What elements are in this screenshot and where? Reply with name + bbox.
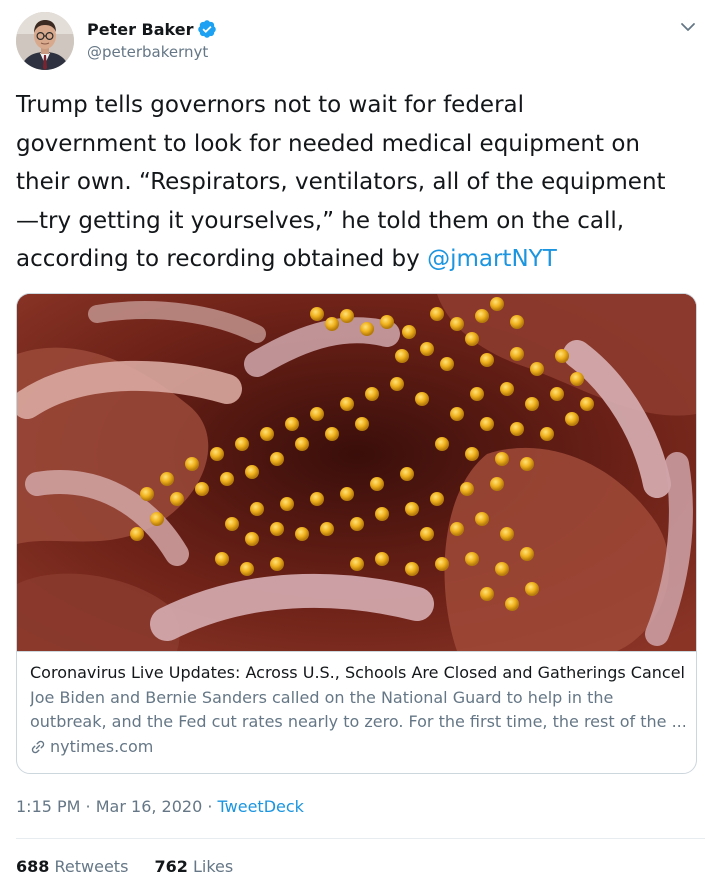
- verified-badge-icon: [197, 19, 217, 39]
- meta-separator: ·: [80, 797, 96, 816]
- tweet-text-line-5: according to recording obtained by: [16, 246, 428, 272]
- card-description-line-1: Joe Biden and Bernie Sanders called on t…: [30, 688, 614, 707]
- author-handle[interactable]: @peterbakernyt: [87, 43, 217, 61]
- tweet-text-line-3: their own. “Respirators, ventilators, al…: [16, 169, 666, 195]
- card-domain-text: nytimes.com: [50, 737, 154, 756]
- mention-link[interactable]: @jmartNYT: [427, 246, 557, 272]
- likes-stat[interactable]: 762 Likes: [155, 857, 234, 876]
- likes-label: Likes: [193, 857, 234, 876]
- likes-count: 762: [154, 857, 188, 876]
- author-display-name[interactable]: Peter Baker: [87, 20, 193, 39]
- tweet-time[interactable]: 1:15 PM: [16, 797, 80, 816]
- tweet-text-line-2: government to look for needed medical eq…: [16, 130, 640, 157]
- avatar[interactable]: [16, 12, 74, 70]
- divider: [16, 838, 705, 839]
- link-icon: [31, 740, 45, 754]
- tweet-header: Peter Baker @peterbakernyt: [16, 12, 705, 72]
- tweet-text-line-1: Trump tells governors not to wait for fe…: [16, 92, 525, 118]
- tweet-stats: 688 Retweets 762 Likes: [16, 857, 233, 876]
- card-title[interactable]: Coronavirus Live Updates: Across U.S., S…: [30, 661, 685, 685]
- tweet-date[interactable]: Mar 16, 2020: [96, 797, 203, 816]
- card-description: Joe Biden and Bernie Sanders called on t…: [30, 686, 685, 734]
- author-block[interactable]: Peter Baker @peterbakernyt: [87, 18, 217, 61]
- retweets-label: Retweets: [54, 857, 129, 876]
- retweets-count: 688: [16, 857, 50, 876]
- tweet-timestamp: 1:15 PM · Mar 16, 2020 · TweetDeck: [16, 797, 304, 816]
- card-description-line-2: outbreak, and the Fed cut rates nearly t…: [30, 712, 685, 731]
- card-image[interactable]: [17, 294, 696, 652]
- card-domain: nytimes.com: [30, 735, 685, 759]
- tweet-source-link[interactable]: TweetDeck: [218, 797, 304, 816]
- retweets-stat[interactable]: 688 Retweets: [16, 857, 134, 876]
- card-body[interactable]: Coronavirus Live Updates: Across U.S., S…: [30, 661, 685, 759]
- meta-separator-2: ·: [202, 797, 218, 816]
- chevron-down-icon[interactable]: [677, 16, 699, 38]
- tweet-text-line-4: —try getting it yourselves,” he told the…: [16, 207, 625, 234]
- tweet-text: Trump tells governors not to wait for fe…: [16, 86, 706, 279]
- link-card[interactable]: Coronavirus Live Updates: Across U.S., S…: [16, 293, 697, 774]
